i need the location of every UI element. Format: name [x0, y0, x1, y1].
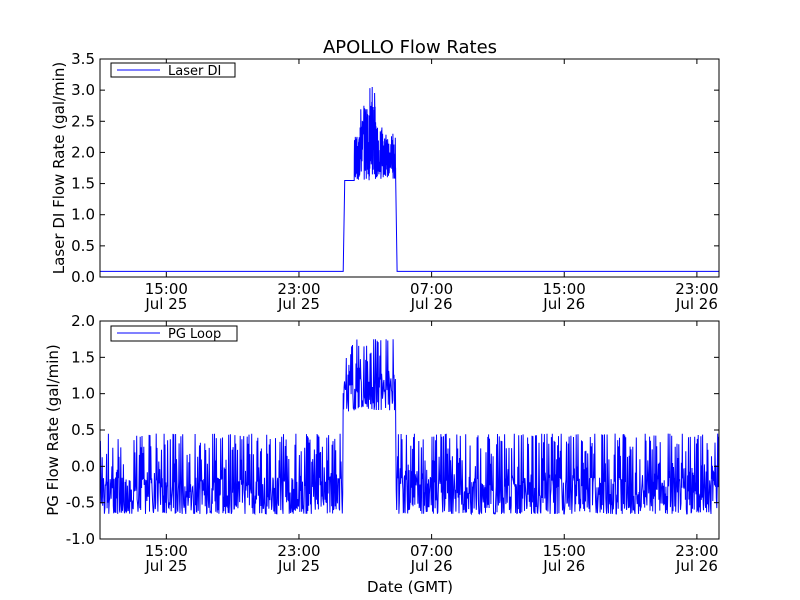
y-tick-label: 3.5: [71, 50, 95, 68]
x-tick-date-label: Jul 26: [675, 295, 718, 313]
y-tick-label: 1.0: [71, 206, 95, 224]
y-tick-label: 0.0: [71, 457, 95, 475]
y-tick-label: 1.5: [71, 175, 95, 193]
x-tick-date-label: Jul 26: [542, 557, 585, 575]
y-tick-label: 0.5: [71, 421, 95, 439]
x-tick-date-label: Jul 25: [144, 295, 187, 313]
x-tick-date-label: Jul 25: [277, 295, 320, 313]
pg-loop-legend[interactable]: PG Loop: [110, 325, 238, 342]
x-tick-date-label: Jul 26: [410, 557, 453, 575]
x-tick-date-label: Jul 26: [542, 295, 585, 313]
y-tick-label: 0.0: [71, 268, 95, 286]
pg-loop-legend-label: PG Loop: [168, 327, 221, 342]
laser-di-y-axis-label: Laser DI Flow Rate (gal/min): [50, 62, 68, 274]
y-tick-label: -0.5: [66, 494, 95, 512]
y-tick-label: -1.0: [66, 530, 95, 548]
figure: APOLLO Flow Rates 0.0 0.5 1.0 1.5 2.0 2.5 3.0 3…: [0, 0, 800, 600]
y-tick-label: 1.0: [71, 385, 95, 403]
x-tick-date-label: Jul 25: [144, 557, 187, 575]
chart-title: APOLLO Flow Rates: [323, 37, 497, 58]
x-tick-date-label: Jul 26: [675, 557, 718, 575]
pg-loop-y-axis-label: PG Flow Rate (gal/min): [44, 344, 62, 516]
y-tick-label: 1.5: [71, 348, 95, 366]
y-tick-label: 2.0: [71, 143, 95, 161]
x-axis-label: Date (GMT): [367, 578, 453, 596]
y-tick-label: 3.0: [71, 81, 95, 99]
laser-di-plot-area: [100, 59, 719, 277]
laser-di-panel: 0.00.51.01.52.02.53.03.5 15:00Jul 2523:0…: [50, 50, 720, 313]
laser-di-legend[interactable]: Laser DI: [110, 62, 236, 79]
y-tick-label: 2.0: [71, 312, 95, 330]
x-tick-date-label: Jul 26: [410, 295, 453, 313]
laser-di-legend-label: Laser DI: [168, 64, 221, 79]
y-tick-label: 2.5: [71, 112, 95, 130]
y-tick-label: 0.5: [71, 237, 95, 255]
x-tick-date-label: Jul 25: [277, 557, 320, 575]
